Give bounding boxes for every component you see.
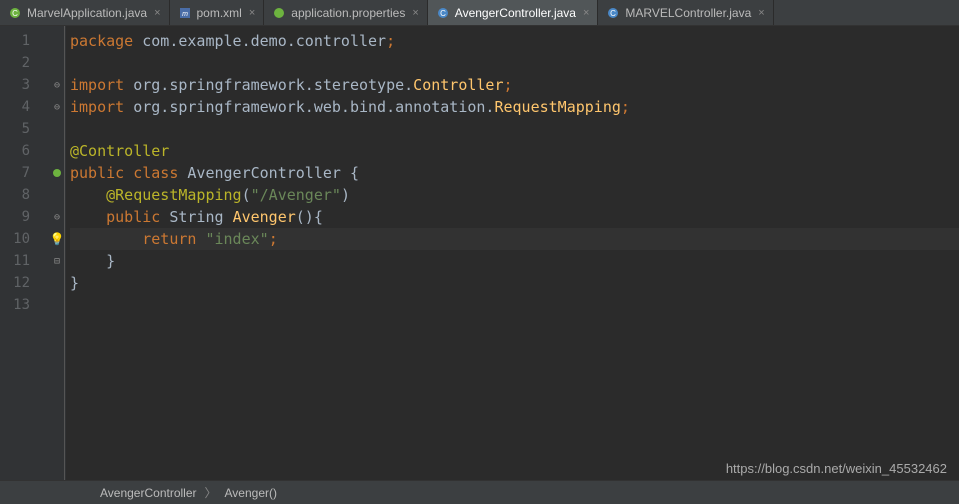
tab-application-properties[interactable]: application.properties × [264, 0, 428, 25]
code-line [70, 52, 959, 74]
tab-label: application.properties [291, 6, 405, 20]
close-icon[interactable]: × [583, 7, 589, 19]
line-number: 5 [0, 118, 48, 140]
chevron-right-icon: 〉 [205, 484, 217, 501]
class-icon: C [606, 6, 620, 20]
spring-icon [272, 6, 286, 20]
line-number: 10 [0, 228, 48, 250]
close-icon[interactable]: × [758, 7, 764, 19]
breadcrumb-item[interactable]: Avenger() [225, 486, 277, 500]
svg-text:C: C [12, 9, 18, 18]
line-number: 4 [0, 96, 48, 118]
tab-label: MarvelApplication.java [27, 6, 147, 20]
maven-icon: m [178, 6, 192, 20]
intention-bulb-icon[interactable]: 💡 [50, 232, 65, 246]
line-number: 12 [0, 272, 48, 294]
code-line: public class AvengerController { [70, 162, 959, 184]
svg-text:m: m [182, 11, 188, 18]
line-number: 11 [0, 250, 48, 272]
fold-icon[interactable]: ⊖ [54, 102, 60, 113]
watermark-text: https://blog.csdn.net/weixin_45532462 [726, 461, 947, 476]
close-icon[interactable]: × [154, 7, 160, 19]
code-line-current: return "index"; [70, 228, 959, 250]
line-number: 3 [0, 74, 48, 96]
code-line: @RequestMapping("/Avenger") [70, 184, 959, 206]
fold-icon[interactable]: ⊖ [54, 212, 60, 223]
code-line: public String Avenger(){ [70, 206, 959, 228]
tab-marvel-controller[interactable]: C MARVELController.java × [598, 0, 773, 25]
editor-tabs: C MarvelApplication.java × m pom.xml × a… [0, 0, 959, 26]
code-line: import org.springframework.web.bind.anno… [70, 96, 959, 118]
code-line: } [70, 250, 959, 272]
class-icon: C [436, 6, 450, 20]
line-number: 1 [0, 30, 48, 52]
code-area[interactable]: package com.example.demo.controller; imp… [66, 26, 959, 480]
code-line: package com.example.demo.controller; [70, 30, 959, 52]
breadcrumb: AvengerController 〉 Avenger() [0, 480, 959, 504]
svg-text:C: C [611, 9, 617, 18]
line-number: 2 [0, 52, 48, 74]
line-number: 9 [0, 206, 48, 228]
code-line: import org.springframework.stereotype.Co… [70, 74, 959, 96]
code-line: } [70, 272, 959, 294]
close-icon[interactable]: × [412, 7, 418, 19]
tab-label: AvengerController.java [455, 6, 576, 20]
java-icon: C [8, 6, 22, 20]
line-number: 7 [0, 162, 48, 184]
tab-label: pom.xml [197, 6, 242, 20]
line-gutter: 1 2 3 4 5 6 7 8 9 10 11 12 13 [0, 26, 48, 480]
line-number: 13 [0, 294, 48, 316]
fold-icon[interactable]: ⊖ [54, 80, 60, 91]
code-line: @Controller [70, 140, 959, 162]
fold-end-icon[interactable]: ⊟ [54, 256, 60, 267]
code-editor[interactable]: 1 2 3 4 5 6 7 8 9 10 11 12 13 ⊖ ⊖ ⊖ 💡 ⊟ … [0, 26, 959, 480]
svg-text:C: C [440, 9, 446, 18]
tab-label: MARVELController.java [625, 6, 751, 20]
code-line [70, 294, 959, 316]
tab-pom[interactable]: m pom.xml × [170, 0, 265, 25]
breadcrumb-item[interactable]: AvengerController [100, 486, 197, 500]
code-line [70, 118, 959, 140]
line-number: 6 [0, 140, 48, 162]
line-number: 8 [0, 184, 48, 206]
close-icon[interactable]: × [249, 7, 255, 19]
tab-marvel-application[interactable]: C MarvelApplication.java × [0, 0, 170, 25]
spring-bean-icon[interactable] [53, 166, 61, 181]
tab-avenger-controller[interactable]: C AvengerController.java × [428, 0, 599, 25]
